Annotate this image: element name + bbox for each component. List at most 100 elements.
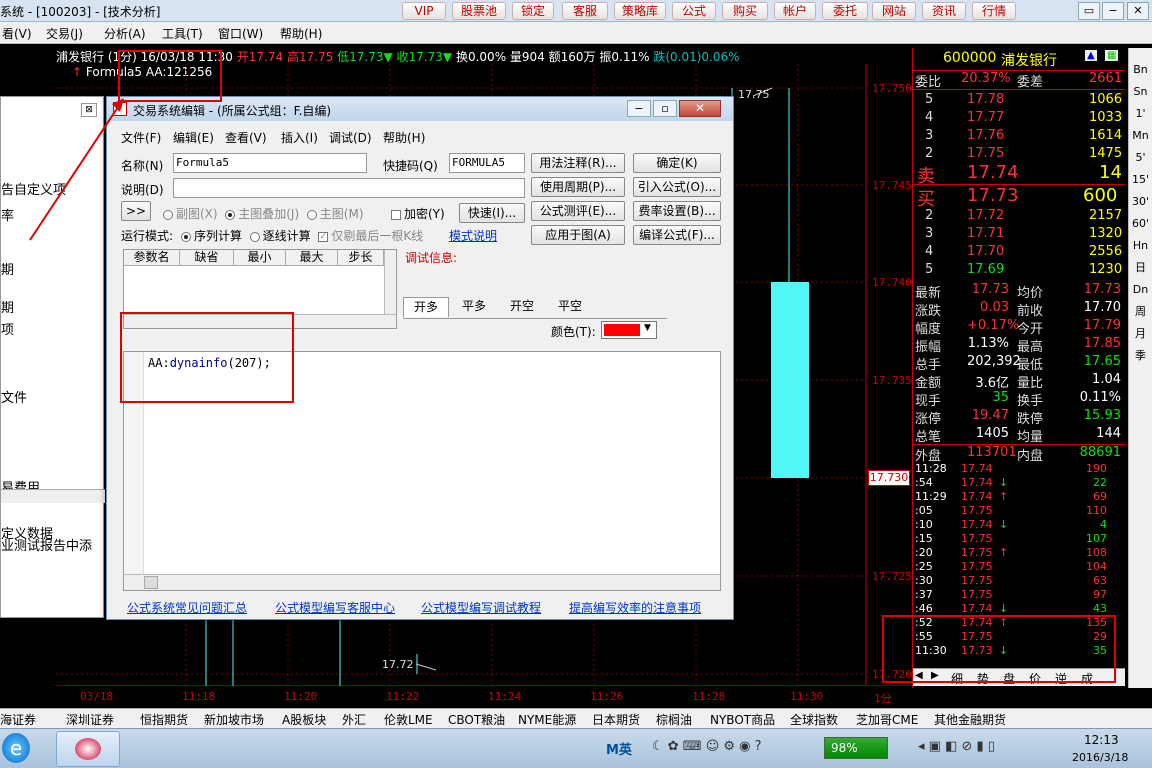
toolbar-button-8[interactable]: 委托 <box>822 2 868 20</box>
left-panel-item[interactable]: 项 <box>1 319 14 338</box>
left-panel-item[interactable]: 文件 <box>1 387 27 406</box>
menu-item-0[interactable]: 看(V) <box>2 25 32 42</box>
mainchart-radio[interactable] <box>306 209 317 220</box>
period-button[interactable]: 60' <box>1130 214 1151 234</box>
ie-icon[interactable]: e <box>2 733 30 763</box>
tray-icons[interactable]: ☾ ✿ ⌨ ☺ ⚙ ◉ ? <box>652 739 762 754</box>
dialog-menu-item[interactable]: 查看(V) <box>225 129 267 146</box>
scroll-thumb[interactable] <box>144 576 158 589</box>
clock-time[interactable]: 12:13 <box>1084 733 1119 747</box>
market-tab[interactable]: 其他金融期货 <box>934 711 1006 728</box>
market-tab[interactable]: 恒指期货 <box>140 711 188 728</box>
left-panel-item[interactable]: 期 <box>1 297 14 316</box>
help-link[interactable]: 公式模型编写客服中心 <box>275 599 395 616</box>
period-button[interactable]: 1' <box>1130 104 1151 124</box>
last-bar-checkbox[interactable]: ✓ <box>318 231 329 242</box>
market-tab[interactable]: 棕榈油 <box>656 711 692 728</box>
market-tab[interactable]: NYME能源 <box>518 711 576 728</box>
shortcut-input[interactable]: FORMULA5 <box>449 153 525 173</box>
maximize-icon[interactable]: ▫ <box>653 100 677 117</box>
per-bar-radio[interactable] <box>249 231 260 242</box>
grid-icon[interactable]: ▦ <box>1105 50 1119 61</box>
dialog-button-2[interactable]: 使用周期(P)... <box>531 177 625 197</box>
toolbar-button-9[interactable]: 网站 <box>872 2 916 20</box>
sequence-radio[interactable] <box>181 231 191 242</box>
restore-icon[interactable]: ▭ <box>1078 2 1100 20</box>
market-tab[interactable]: 新加坡市场 <box>204 711 264 728</box>
market-tab[interactable]: A股板块 <box>282 711 326 728</box>
period-button[interactable]: Hn <box>1130 236 1151 256</box>
close-button[interactable]: ✕ <box>1127 2 1149 20</box>
toolbar-button-5[interactable]: 公式 <box>672 2 716 20</box>
menu-item-3[interactable]: 工具(T) <box>162 25 203 42</box>
close-icon[interactable]: ✕ <box>679 100 721 117</box>
menu-item-2[interactable]: 分析(A) <box>104 25 146 42</box>
name-input[interactable]: Formula5 <box>173 153 367 173</box>
candle[interactable] <box>771 282 809 478</box>
toolbar-button-0[interactable]: VIP <box>402 2 446 20</box>
horizontal-scrollbar[interactable] <box>1 489 105 503</box>
condition-tab[interactable]: 开多 <box>403 297 449 317</box>
period-button[interactable]: 周 <box>1130 302 1151 322</box>
help-link[interactable]: 提高编写效率的注意事项 <box>569 599 701 616</box>
market-tab[interactable]: 深圳证券 <box>66 711 114 728</box>
overlay-radio[interactable] <box>225 209 236 220</box>
dialog-button-5[interactable]: 费率设置(B)... <box>633 201 721 221</box>
toolbar-button-10[interactable]: 资讯 <box>922 2 966 20</box>
dialog-button-3[interactable]: 引入公式(O)... <box>633 177 721 197</box>
mode-desc-link[interactable]: 模式说明 <box>449 227 497 244</box>
dialog-button-0[interactable]: 用法注释(R)... <box>531 153 625 173</box>
desc-input[interactable] <box>173 178 525 198</box>
dialog-menu-item[interactable]: 帮助(H) <box>383 129 425 146</box>
left-panel-item[interactable]: 期 <box>1 259 14 278</box>
period-button[interactable]: Sn <box>1130 82 1151 102</box>
dialog-button-1[interactable]: 确定(K) <box>633 153 721 173</box>
menu-item-1[interactable]: 交易(J) <box>46 25 83 42</box>
menu-item-4[interactable]: 窗口(W) <box>218 25 263 42</box>
minimize-button[interactable]: − <box>1102 2 1124 20</box>
period-button[interactable]: 月 <box>1130 324 1151 344</box>
minimize-icon[interactable]: − <box>627 100 651 117</box>
help-link[interactable]: 公式模型编写调试教程 <box>421 599 541 616</box>
toolbar-button-11[interactable]: 行情 <box>972 2 1016 20</box>
market-tab[interactable]: 芝加哥CME <box>856 711 918 728</box>
condition-tab[interactable]: 平多 <box>451 297 497 317</box>
dialog-menu-item[interactable]: 插入(I) <box>281 129 318 146</box>
dialog-button-4[interactable]: 公式测评(E)... <box>531 201 625 221</box>
market-tab[interactable]: 外汇 <box>342 711 366 728</box>
dialog-menu-item[interactable]: 编辑(E) <box>173 129 214 146</box>
left-panel-item[interactable]: 业测试报告中添 <box>1 535 92 554</box>
market-tab[interactable]: NYBOT商品 <box>710 711 775 728</box>
market-tab[interactable]: 日本期货 <box>592 711 640 728</box>
period-button[interactable]: 30' <box>1130 192 1151 212</box>
system-tray-icons[interactable]: ◂ ▣ ◧ ⊘ ▮ ▯ <box>918 739 995 754</box>
period-button[interactable]: 季 <box>1130 346 1151 366</box>
left-panel-item[interactable]: 率 <box>1 205 14 224</box>
toolbar-button-6[interactable]: 购买 <box>722 2 768 20</box>
vertical-scrollbar[interactable] <box>384 250 396 314</box>
period-button[interactable]: 15' <box>1130 170 1151 190</box>
period-button[interactable]: Mn <box>1130 126 1151 146</box>
help-link[interactable]: 公式系统常见问题汇总 <box>127 599 247 616</box>
subchart-radio[interactable] <box>163 209 173 220</box>
market-tab[interactable]: CBOT粮油 <box>448 711 505 728</box>
ime-indicator[interactable]: M英 <box>606 739 632 758</box>
fast-button[interactable]: 快速(I)... <box>459 203 525 223</box>
battery-indicator[interactable]: 98% <box>824 737 888 759</box>
toolbar-button-1[interactable]: 股票池 <box>452 2 506 20</box>
market-tab[interactable]: 海证券 <box>0 711 36 728</box>
market-tab[interactable]: 伦敦LME <box>384 711 433 728</box>
clock-date[interactable]: 2016/3/18 <box>1072 751 1128 764</box>
period-button[interactable]: 5' <box>1130 148 1151 168</box>
dialog-button-6[interactable]: 应用于图(A) <box>531 225 625 245</box>
toolbar-button-2[interactable]: 锁定 <box>512 2 554 20</box>
color-picker[interactable]: ▼ <box>601 321 657 339</box>
dialog-button-7[interactable]: 编译公式(F)... <box>633 225 721 245</box>
period-button[interactable]: 日 <box>1130 258 1151 278</box>
app-taskbar-button[interactable] <box>56 731 120 767</box>
period-button[interactable]: Bn <box>1130 60 1151 80</box>
menu-item-5[interactable]: 帮助(H) <box>280 25 322 42</box>
horizontal-scrollbar[interactable] <box>124 574 720 590</box>
flag-icon[interactable]: ▲ <box>1085 50 1097 61</box>
condition-tab[interactable]: 平空 <box>547 297 593 317</box>
